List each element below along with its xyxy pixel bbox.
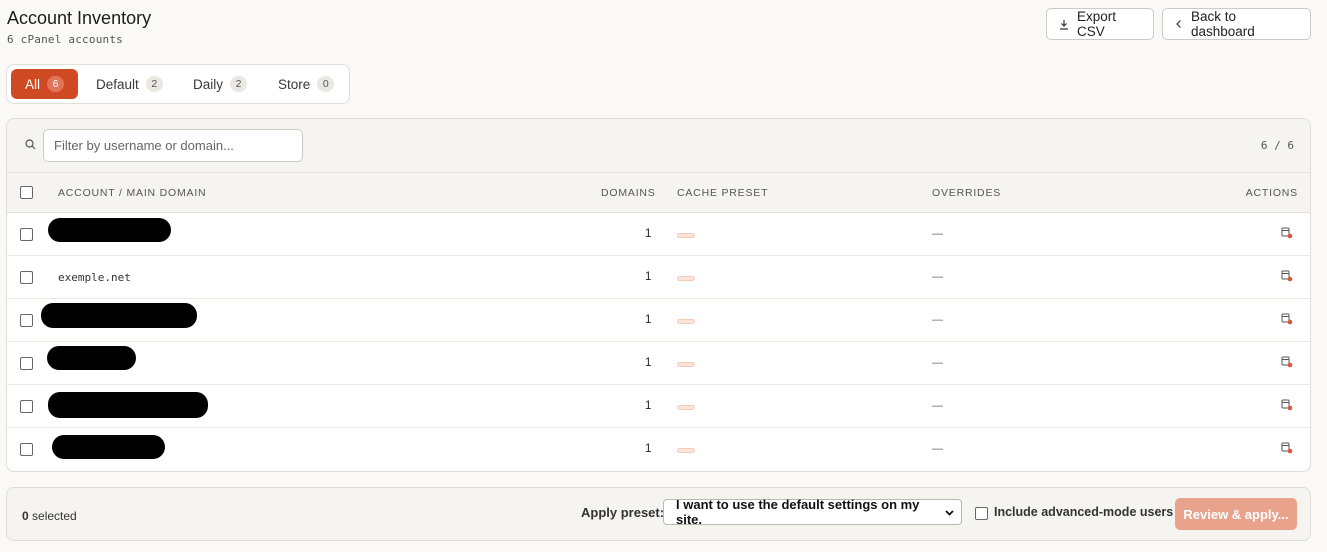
redacted-account	[48, 392, 208, 418]
row-domains: 1	[645, 228, 652, 240]
tab-label: Default	[96, 76, 139, 92]
row-overrides: —	[932, 228, 943, 240]
row-checkbox[interactable]	[20, 228, 33, 241]
back-to-dashboard-label: Back to dashboard	[1191, 9, 1255, 39]
cache-preset-pill	[677, 448, 695, 453]
apply-preset-label: Apply preset:	[581, 505, 665, 520]
page-subtitle: 6 cPanel accounts	[7, 33, 123, 46]
preset-select[interactable]: I want to use the default settings on my…	[663, 497, 962, 527]
tab-store[interactable]: Store 0	[264, 69, 348, 99]
row-overrides: —	[932, 443, 943, 455]
row-action-icon[interactable]	[1281, 442, 1293, 454]
chevron-down-icon	[945, 510, 954, 516]
column-header-overrides: OVERRIDES	[932, 187, 1002, 199]
export-csv-button[interactable]: Export CSV	[1046, 8, 1154, 40]
back-to-dashboard-button[interactable]: Back to dashboard	[1162, 8, 1311, 40]
row-action-icon[interactable]	[1281, 227, 1293, 239]
table-row: 1 —	[7, 342, 1310, 385]
row-overrides: —	[932, 314, 943, 326]
row-checkbox[interactable]	[20, 400, 33, 413]
cache-preset-pill	[677, 319, 695, 324]
column-header-domains: DOMAINS	[601, 187, 656, 199]
tab-label: Daily	[193, 76, 224, 92]
row-action-icon[interactable]	[1281, 399, 1293, 411]
include-advanced-checkbox[interactable]	[975, 507, 988, 520]
review-apply-button[interactable]: Review & apply...	[1175, 498, 1297, 530]
row-overrides: —	[932, 271, 943, 283]
filter-tabs: All 6 Default 2 Daily 2 Store 0	[6, 64, 350, 104]
search-input[interactable]	[43, 129, 303, 162]
table-toolbar: 6 / 6	[7, 119, 1310, 173]
table-row: 1 —	[7, 299, 1310, 342]
table-row: 1 —	[7, 213, 1310, 256]
row-overrides: —	[932, 400, 943, 412]
tab-label: All	[25, 76, 41, 92]
table-row: 1 —	[7, 428, 1310, 471]
row-action-icon[interactable]	[1281, 313, 1293, 325]
tab-label: Store	[278, 76, 311, 92]
tab-default[interactable]: Default 2	[82, 69, 177, 99]
row-overrides: —	[932, 357, 943, 369]
tab-count-badge: 2	[145, 76, 163, 92]
table-row: exemple.net 1 —	[7, 256, 1310, 299]
column-header-account: ACCOUNT / MAIN DOMAIN	[58, 187, 207, 199]
chevron-left-icon	[1176, 20, 1181, 28]
row-checkbox[interactable]	[20, 271, 33, 284]
redacted-account	[52, 435, 165, 459]
search-icon	[25, 139, 36, 150]
column-header-actions: ACTIONS	[1245, 187, 1298, 199]
redacted-account	[41, 303, 197, 328]
row-domains: 1	[645, 400, 652, 412]
tab-daily[interactable]: Daily 2	[179, 69, 261, 99]
cache-preset-pill	[677, 362, 695, 367]
preset-select-value: I want to use the default settings on my…	[676, 497, 920, 527]
accounts-table-card: 6 / 6 ACCOUNT / MAIN DOMAIN DOMAINS CACH…	[6, 118, 1311, 472]
row-checkbox[interactable]	[20, 357, 33, 370]
tab-count-badge: 2	[230, 76, 248, 92]
row-domains: 1	[645, 443, 652, 455]
row-domains: 1	[645, 314, 652, 326]
redacted-account	[48, 218, 171, 242]
bulk-action-bar: 0 selected Apply preset: I want to use t…	[6, 487, 1311, 541]
export-csv-label: Export CSV	[1077, 9, 1117, 39]
selection-count: 0 selected	[22, 509, 77, 523]
selected-label: selected	[32, 509, 77, 523]
row-domains: 1	[645, 271, 652, 283]
tab-count-badge: 6	[47, 76, 65, 92]
redacted-account	[47, 346, 136, 370]
tab-count-badge: 0	[317, 76, 335, 92]
download-icon	[1060, 19, 1068, 30]
cache-preset-pill	[677, 276, 695, 281]
selected-number: 0	[22, 509, 29, 523]
include-advanced-label: Include advanced-mode users	[994, 505, 1174, 519]
row-checkbox[interactable]	[20, 314, 33, 327]
row-account: exemple.net	[58, 271, 131, 284]
column-header-cache-preset: CACHE PRESET	[677, 187, 769, 199]
row-checkbox[interactable]	[20, 443, 33, 456]
select-all-checkbox[interactable]	[20, 186, 33, 199]
tab-all[interactable]: All 6	[11, 69, 78, 99]
cache-preset-pill	[677, 233, 695, 238]
result-count: 6 / 6	[1260, 139, 1294, 152]
row-action-icon[interactable]	[1281, 270, 1293, 282]
row-domains: 1	[645, 357, 652, 369]
table-header: ACCOUNT / MAIN DOMAIN DOMAINS CACHE PRES…	[7, 173, 1310, 213]
page-title: Account Inventory	[7, 8, 152, 28]
table-row: 1 —	[7, 385, 1310, 428]
cache-preset-pill	[677, 405, 695, 410]
row-action-icon[interactable]	[1281, 356, 1293, 368]
